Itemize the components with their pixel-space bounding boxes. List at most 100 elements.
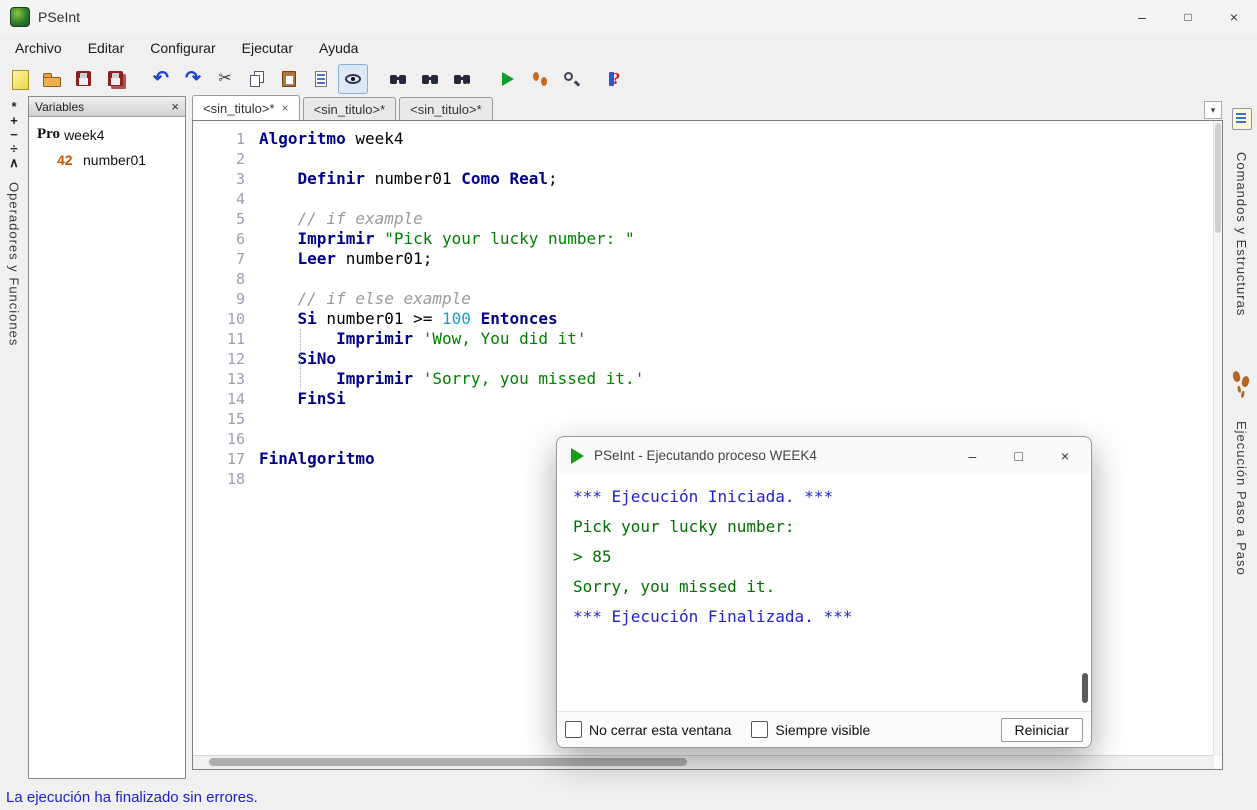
code-text: Leer number01; (259, 249, 433, 269)
checkbox-icon[interactable] (565, 721, 582, 738)
pseint-logo-icon (10, 7, 30, 27)
variables-list: Pro week4 42 number01 (29, 117, 185, 172)
code-segment-kw: FinAlgoritmo (259, 449, 375, 468)
exec-options: No cerrar esta ventana Siempre visible (565, 721, 890, 738)
menu-item-ayuda[interactable]: Ayuda (306, 36, 371, 60)
right-panel-tabs: Comandos y Estructuras Ejecución Paso a … (1226, 96, 1257, 784)
exec-output: *** Ejecución Iniciada. *** Pick your luc… (557, 474, 1091, 712)
line-number: 13 (226, 370, 245, 388)
redo-button[interactable] (178, 64, 208, 94)
code-segment-pl (413, 329, 423, 348)
tab-bar: <sin_titulo>* × <sin_titulo>* <sin_titulo>* (192, 95, 1223, 120)
copy-button[interactable] (242, 64, 272, 94)
code-segment-kw: Imprimir (297, 229, 375, 248)
checkbox-label: No cerrar esta ventana (589, 721, 732, 738)
format-icon (311, 69, 331, 89)
code-segment-num: 100 (442, 309, 471, 328)
vertical-scroll-thumb[interactable] (1215, 123, 1221, 233)
code-text: Definir number01 Como Real; (259, 169, 558, 189)
menu-item-configurar[interactable]: Configurar (137, 36, 228, 60)
line-number: 11 (226, 330, 245, 348)
window-controls: – □ × (1119, 0, 1257, 34)
step-run-button[interactable] (524, 64, 554, 94)
menu-item-archivo[interactable]: Archivo (2, 36, 75, 60)
commands-structures-tab[interactable]: Comandos y Estructuras (1231, 96, 1252, 316)
operators-panel-tab[interactable]: * + − ÷ ∧ Operadores y Funciones (0, 96, 28, 784)
new-button[interactable] (5, 64, 35, 94)
code-text: // if else example (259, 289, 471, 309)
editor-tab-3[interactable]: <sin_titulo>* (399, 97, 493, 120)
editor-vertical-scrollbar[interactable] (1213, 121, 1222, 756)
help-button[interactable] (601, 64, 631, 94)
horizontal-scroll-thumb[interactable] (209, 758, 687, 766)
find-button[interactable] (383, 64, 413, 94)
exec-option[interactable]: No cerrar esta ventana (565, 721, 731, 738)
code-text: // if example (259, 209, 423, 229)
variables-panel-close-button[interactable]: × (171, 99, 179, 114)
tab-list-dropdown-button[interactable]: ▾ (1204, 101, 1222, 119)
code-line: 11 Imprimir 'Wow, You did it' (193, 329, 1222, 349)
format-button[interactable] (306, 64, 336, 94)
step-execution-tab[interactable]: Ejecución Paso a Paso (1232, 371, 1252, 576)
variable-name: week4 (64, 126, 105, 143)
code-line: 7 Leer number01; (193, 249, 1222, 269)
variables-panel: Variables × Pro week4 42 number01 (28, 96, 186, 779)
editor-tab-2[interactable]: <sin_titulo>* (302, 97, 397, 120)
code-area: 1 Algoritmo week4 2 3 Definir number01 Como… (193, 121, 1222, 489)
menu-bar: Archivo Editar Configurar Ejecutar Ayuda (0, 34, 1257, 62)
tab-close-icon[interactable]: × (282, 101, 289, 115)
status-message: La ejecución ha finalizado sin errores. (6, 788, 258, 806)
code-line: 9 // if else example (193, 289, 1222, 309)
code-line: 2 (193, 149, 1222, 169)
code-line: 3 Definir number01 Como Real; (193, 169, 1222, 189)
toolbar (0, 62, 1257, 96)
variable-row[interactable]: Pro week4 (29, 122, 185, 147)
line-number: 15 (226, 410, 245, 428)
editor-tab-1[interactable]: <sin_titulo>* × (192, 95, 300, 120)
code-segment-pl (375, 229, 385, 248)
cut-button[interactable] (210, 64, 240, 94)
exec-option[interactable]: Siempre visible (751, 721, 870, 738)
exec-close-button[interactable]: × (1061, 448, 1069, 464)
restart-button[interactable]: Reiniciar (1000, 717, 1083, 742)
tab-label: <sin_titulo>* (410, 101, 482, 117)
code-text: Imprimir "Pick your lucky number: " (259, 229, 635, 249)
syntax-view-button[interactable] (338, 64, 368, 94)
open-button[interactable] (37, 64, 67, 94)
new-icon (11, 69, 29, 90)
variables-panel-title: Variables (35, 99, 85, 114)
paste-button[interactable] (274, 64, 304, 94)
replace-button[interactable] (447, 64, 477, 94)
exec-scrollbar-thumb[interactable] (1082, 673, 1088, 703)
code-segment-pl (259, 249, 298, 268)
maximize-button[interactable]: □ (1165, 0, 1211, 34)
undo-button[interactable] (146, 64, 176, 94)
save-all-icon (106, 69, 126, 89)
exec-output-line: Sorry, you missed it. (573, 577, 776, 596)
editor-horizontal-scrollbar[interactable] (193, 755, 1214, 769)
exec-maximize-button[interactable]: □ (1014, 448, 1022, 464)
copy-icon (247, 69, 267, 89)
code-line: 1 Algoritmo week4 (193, 129, 1222, 149)
line-number: 9 (235, 290, 245, 308)
code-line: 4 (193, 189, 1222, 209)
variable-row[interactable]: 42 number01 (29, 147, 185, 172)
menu-item-editar[interactable]: Editar (75, 36, 138, 60)
exec-output-line: *** Ejecución Iniciada. *** (573, 487, 834, 506)
code-segment-pl (259, 349, 298, 368)
code-segment-pl: ; (548, 169, 558, 188)
save-all-button[interactable] (101, 64, 131, 94)
menu-item-ejecutar[interactable]: Ejecutar (229, 36, 306, 60)
debug-button[interactable] (556, 64, 586, 94)
checkbox-icon[interactable] (751, 721, 769, 738)
code-segment-pl: number01; (336, 249, 433, 268)
exec-minimize-button[interactable]: – (969, 448, 977, 464)
minimize-button[interactable]: – (1119, 0, 1165, 34)
code-segment-kw: Definir (297, 169, 365, 188)
find-next-button[interactable] (415, 64, 445, 94)
close-button[interactable]: × (1211, 0, 1257, 34)
run-button[interactable] (492, 64, 522, 94)
help-icon (606, 69, 626, 89)
code-segment-pl: week4 (345, 129, 404, 148)
save-button[interactable] (69, 64, 99, 94)
